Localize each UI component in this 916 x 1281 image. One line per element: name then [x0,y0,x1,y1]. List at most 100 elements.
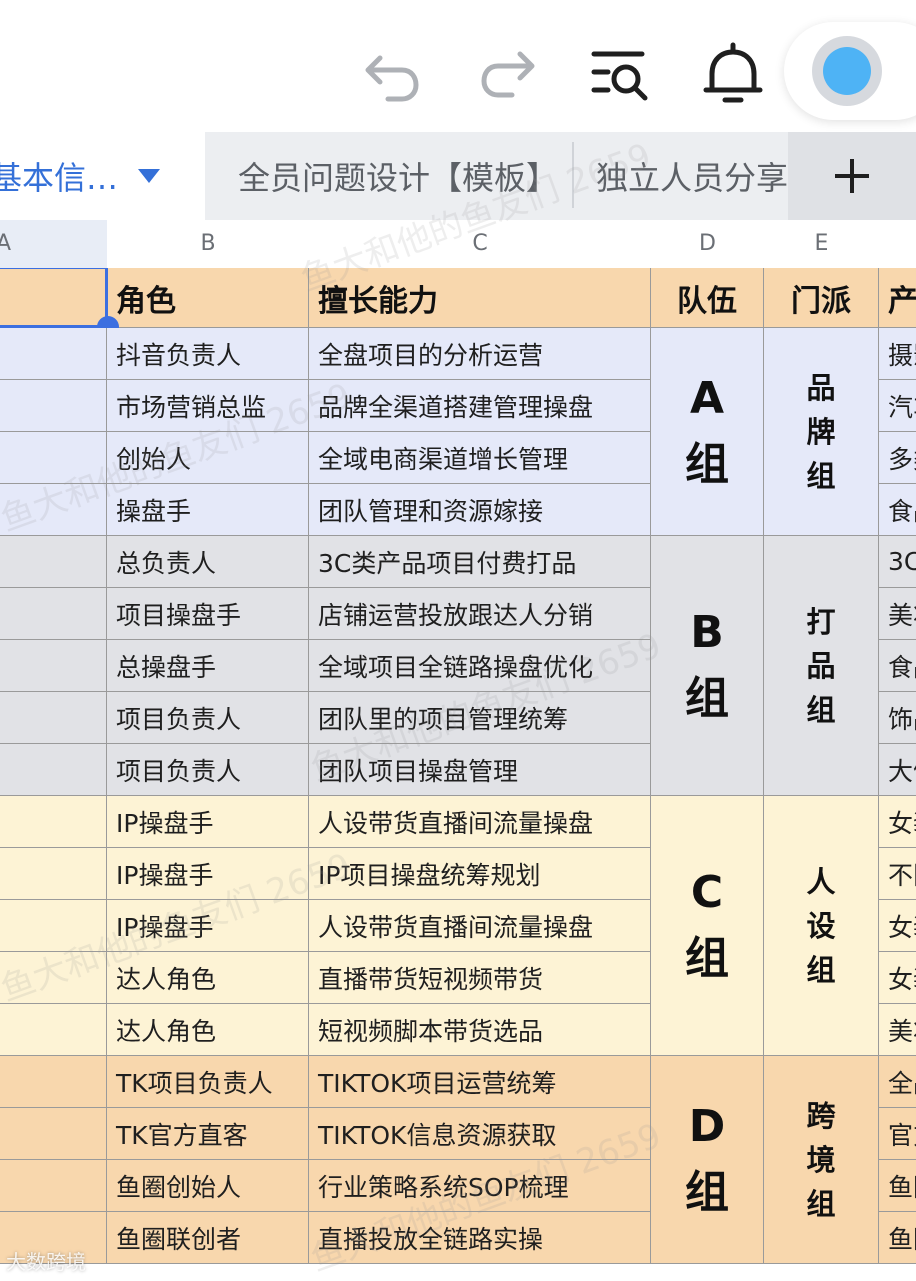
header-team[interactable]: 队伍 [651,268,764,328]
cell-role[interactable]: 项目负责人 [107,692,309,744]
undo-icon[interactable] [358,40,428,110]
tab-individual-share[interactable]: 独立人员分享 [576,132,788,220]
cell-skill[interactable]: 全盘项目的分析运营 [309,328,651,380]
cell-skill[interactable]: 人设带货直播间流量操盘 [309,900,651,952]
cell-skill[interactable]: 行业策略系统SOP梳理 [309,1160,651,1212]
cell-product[interactable]: 3C [879,536,916,588]
cell-sect-merged[interactable]: 打品组 [764,536,879,796]
cell-a[interactable] [0,484,107,536]
cell-role[interactable]: IP操盘手 [107,848,309,900]
cell-role[interactable]: 项目操盘手 [107,588,309,640]
cell-skill[interactable]: 短视频脚本带货选品 [309,1004,651,1056]
cell-skill[interactable]: 直播投放全链路实操 [309,1212,651,1264]
cell-skill[interactable]: 团队项目操盘管理 [309,744,651,796]
cell-skill[interactable]: TIKTOK项目运营统筹 [309,1056,651,1108]
cell-a[interactable] [0,1004,107,1056]
add-sheet-button[interactable] [788,132,916,220]
cell-a[interactable] [0,1108,107,1160]
column-letter-a[interactable]: A [0,220,57,268]
cell-team-merged[interactable]: A组 [651,328,764,536]
cell-role[interactable]: 操盘手 [107,484,309,536]
tab-divider [572,142,574,208]
cell-role[interactable]: 创始人 [107,432,309,484]
avatar-button[interactable] [784,22,916,120]
cell-role[interactable]: 达人角色 [107,952,309,1004]
cell-a[interactable] [0,848,107,900]
cell-role[interactable]: 达人角色 [107,1004,309,1056]
cell-product[interactable]: 多类 [879,432,916,484]
caret-down-icon[interactable] [138,169,161,183]
cell-product[interactable]: 女装 [879,796,916,848]
cell-a[interactable] [0,1160,107,1212]
cell-a[interactable] [0,952,107,1004]
cell-role[interactable]: 总操盘手 [107,640,309,692]
cell-role[interactable]: IP操盘手 [107,796,309,848]
column-letter-c[interactable]: C [309,220,651,268]
cell-skill[interactable]: 品牌全渠道搭建管理操盘 [309,380,651,432]
cell-product[interactable]: 美妆 [879,588,916,640]
redo-icon[interactable] [472,40,542,110]
cell-role[interactable]: IP操盘手 [107,900,309,952]
cell-sect-merged[interactable]: 品牌组 [764,328,879,536]
header-role[interactable]: 角色 [107,268,309,328]
cell-skill[interactable]: 直播带货短视频带货 [309,952,651,1004]
cell-product[interactable]: 女装 [879,952,916,1004]
cell-skill[interactable]: 团队里的项目管理统筹 [309,692,651,744]
cell-team-merged[interactable]: B组 [651,536,764,796]
cell-skill[interactable]: 店铺运营投放跟达人分销 [309,588,651,640]
cell-product[interactable]: 大健 [879,744,916,796]
cell-a[interactable] [0,796,107,848]
cell-role[interactable]: TK官方直客 [107,1108,309,1160]
header-product[interactable]: 产 [879,268,916,328]
cell-a[interactable] [0,536,107,588]
cell-product[interactable]: 女装 [879,900,916,952]
tab-all-staff-questions[interactable]: 全员问题设计【模板】 [218,132,570,220]
cell-product[interactable]: 美妆 [879,1004,916,1056]
column-letter-b[interactable]: B [107,220,309,268]
cell-a[interactable] [0,744,107,796]
cell-skill[interactable]: IP项目操盘统筹规划 [309,848,651,900]
cell-role[interactable]: 市场营销总监 [107,380,309,432]
cell-skill[interactable]: 团队管理和资源嫁接 [309,484,651,536]
cell-role[interactable]: 鱼圈联创者 [107,1212,309,1264]
cell-product[interactable]: 全品 [879,1056,916,1108]
cell-product[interactable]: 食品 [879,484,916,536]
cell-team-merged[interactable]: C组 [651,796,764,1056]
cell-skill[interactable]: 3C类产品项目付费打品 [309,536,651,588]
cell-a[interactable] [0,328,107,380]
cell-role[interactable]: 总负责人 [107,536,309,588]
cell-skill[interactable]: 人设带货直播间流量操盘 [309,796,651,848]
cell-product[interactable]: 摄影 [879,328,916,380]
cell-team-merged[interactable]: D组 [651,1056,764,1264]
cell-product[interactable]: 不限 [879,848,916,900]
header-skill[interactable]: 擅长能力 [309,268,651,328]
tab-basic-info[interactable]: 基本信… [0,132,205,220]
cell-skill[interactable]: 全域项目全链路操盘优化 [309,640,651,692]
cell-a[interactable] [0,900,107,952]
bell-icon[interactable] [698,40,768,110]
column-letter-d[interactable]: D [651,220,764,268]
cell-role[interactable]: 鱼圈创始人 [107,1160,309,1212]
cell-a[interactable] [0,1056,107,1108]
cell-a[interactable] [0,692,107,744]
cell-role[interactable]: 项目负责人 [107,744,309,796]
cell-product[interactable]: 鱼圈 [879,1212,916,1264]
cell-product[interactable]: 鱼圈 [879,1160,916,1212]
cell-product[interactable]: 食品 [879,640,916,692]
search-list-icon[interactable] [586,40,656,110]
column-letter-e[interactable]: E [764,220,879,268]
cell-a[interactable] [0,380,107,432]
cell-a[interactable] [0,640,107,692]
cell-role[interactable]: 抖音负责人 [107,328,309,380]
cell-skill[interactable]: TIKTOK信息资源获取 [309,1108,651,1160]
cell-sect-merged[interactable]: 人设组 [764,796,879,1056]
cell-role[interactable]: TK项目负责人 [107,1056,309,1108]
header-sect[interactable]: 门派 [764,268,879,328]
cell-a[interactable] [0,432,107,484]
cell-skill[interactable]: 全域电商渠道增长管理 [309,432,651,484]
cell-product[interactable]: 饰品 [879,692,916,744]
cell-sect-merged[interactable]: 跨境组 [764,1056,879,1264]
cell-a[interactable] [0,588,107,640]
cell-product[interactable]: 汽车 [879,380,916,432]
cell-product[interactable]: 官方 [879,1108,916,1160]
